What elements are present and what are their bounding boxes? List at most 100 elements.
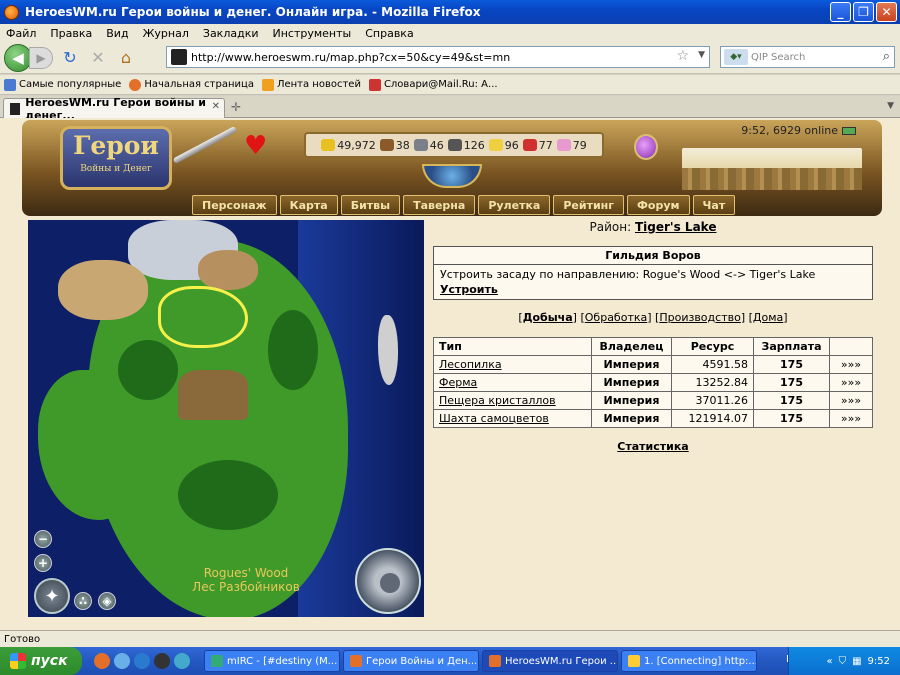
task-heroeswm[interactable]: HeroesWM.ru Герои ... xyxy=(482,650,618,672)
menu-tools[interactable]: Инструменты xyxy=(273,27,352,40)
facility-link[interactable]: Лесопилка xyxy=(439,358,502,371)
menu-history[interactable]: Журнал xyxy=(143,27,189,40)
mana-potion-icon[interactable] xyxy=(634,134,658,160)
url-dropdown-icon[interactable]: ▼ xyxy=(698,50,705,60)
menu-bookmarks[interactable]: Закладки xyxy=(203,27,259,40)
search-engine-icon[interactable]: ◆▾ xyxy=(724,49,748,65)
nav-rating[interactable]: Рейтинг xyxy=(553,195,625,215)
resource-gems: 79 xyxy=(556,139,587,152)
col-type: Тип xyxy=(433,337,592,356)
menu-edit[interactable]: Правка xyxy=(50,27,92,40)
map-layers-button[interactable]: ◈ xyxy=(98,592,116,610)
rss-icon xyxy=(261,78,274,91)
firefox-quicklaunch-icon[interactable] xyxy=(94,653,110,669)
close-button[interactable]: ✕ xyxy=(876,2,897,22)
tray-arrow-icon[interactable]: « xyxy=(826,656,832,667)
menu-help[interactable]: Справка xyxy=(365,27,413,40)
search-placeholder: QIP Search xyxy=(751,51,806,63)
url-bar[interactable]: http://www.heroeswm.ru/map.php?cx=50&cy=… xyxy=(166,46,710,68)
resource-sulfur: 96 xyxy=(488,139,519,152)
minimize-button[interactable]: _ xyxy=(830,2,851,22)
district-link[interactable]: Tiger's Lake xyxy=(635,220,716,234)
tab-bar: HeroesWM.ru Герои войны и денег... ✕ ✛ ▼ xyxy=(0,96,900,122)
firefox-icon xyxy=(489,655,501,667)
tab-production[interactable]: Производство xyxy=(659,311,740,324)
tab-list-icon[interactable]: ▼ xyxy=(887,101,894,111)
game-logo[interactable]: Герои Войны и Денег xyxy=(60,126,172,190)
site-favicon-icon xyxy=(171,49,187,65)
firefox-icon xyxy=(4,4,19,20)
app-quicklaunch-icon[interactable] xyxy=(174,653,190,669)
tab-close-icon[interactable]: ✕ xyxy=(212,101,220,112)
tab-mining[interactable]: Добыча xyxy=(523,311,573,324)
go-link[interactable]: »»» xyxy=(829,355,873,374)
zoom-in-button[interactable]: + xyxy=(34,554,52,572)
sulfur-icon xyxy=(488,139,503,151)
start-button[interactable]: пуск xyxy=(0,647,82,675)
bookmark-item[interactable]: Словари@Mail.Ru: А... xyxy=(368,78,498,91)
district-panel: Район: Tiger's Lake Гильдия Воров Устрои… xyxy=(433,220,873,453)
nav-battles[interactable]: Битвы xyxy=(340,195,401,215)
bookmark-icon xyxy=(129,78,142,91)
back-button[interactable]: ◀ xyxy=(4,43,32,72)
facility-link[interactable]: Шахта самоцветов xyxy=(439,412,549,425)
statistics-link[interactable]: Статистика xyxy=(617,440,688,453)
task-mirc[interactable]: mIRC - [#destiny (M... xyxy=(204,650,340,672)
forward-button[interactable]: ▶ xyxy=(29,46,53,69)
bookmark-item[interactable]: Самые популярные xyxy=(4,78,121,91)
go-link[interactable]: »»» xyxy=(829,409,873,428)
tray-shield-icon[interactable]: ⛉ xyxy=(839,656,847,667)
facility-link[interactable]: Ферма xyxy=(439,376,477,389)
phone-quicklaunch-icon[interactable] xyxy=(154,653,170,669)
map-center-button[interactable]: ∴ xyxy=(74,592,92,610)
bookmark-item[interactable]: Лента новостей xyxy=(261,78,361,91)
download-icon xyxy=(628,655,640,667)
home-icon[interactable]: ⌂ xyxy=(115,47,137,69)
firefox-icon xyxy=(350,655,362,667)
zoom-out-button[interactable]: − xyxy=(34,530,52,548)
new-tab-icon[interactable]: ✛ xyxy=(231,100,241,114)
map-direction-pad[interactable] xyxy=(355,548,421,614)
tab-heroeswm[interactable]: HeroesWM.ru Герои войны и денег... ✕ xyxy=(3,96,225,122)
go-link[interactable]: »»» xyxy=(829,391,873,410)
search-icon[interactable]: ⌕ xyxy=(883,49,890,64)
health-heart-icon[interactable]: ♥ xyxy=(244,133,267,159)
tab-houses[interactable]: Дома xyxy=(753,311,783,324)
tray-clock[interactable]: 9:52 xyxy=(868,656,890,667)
ie-quicklaunch-icon[interactable] xyxy=(134,653,150,669)
bookmark-item[interactable]: Начальная страница xyxy=(129,78,254,91)
nav-tavern[interactable]: Таверна xyxy=(403,195,476,215)
bookmark-icon xyxy=(368,78,381,91)
bookmark-star-icon[interactable]: ☆ xyxy=(676,48,689,64)
search-input[interactable]: ◆▾ QIP Search ⌕ xyxy=(720,46,895,68)
facility-link[interactable]: Пещера кристаллов xyxy=(439,394,556,407)
nav-character[interactable]: Персонаж xyxy=(192,195,277,215)
tab-processing[interactable]: Обработка xyxy=(585,311,647,324)
menu-file[interactable]: Файл xyxy=(6,27,36,40)
ambush-link[interactable]: Устроить xyxy=(440,283,498,296)
facilities-table: Тип Владелец Ресурс Зарплата Лесопилка И… xyxy=(433,337,873,428)
menu-bar: Файл Правка Вид Журнал Закладки Инструме… xyxy=(0,24,900,42)
facility-tabs: [Добыча] [Обработка] [Производство] [Дом… xyxy=(518,311,788,324)
header-gem-decoration xyxy=(422,164,482,188)
nav-forum[interactable]: Форум xyxy=(627,195,690,215)
resources-bar: 49,972 38 46 126 96 77 79 xyxy=(304,132,604,158)
task-heroes[interactable]: Герои Войны и Ден... xyxy=(343,650,479,672)
go-link[interactable]: »»» xyxy=(829,373,873,392)
compass-icon[interactable]: ✦ xyxy=(34,578,70,614)
col-go xyxy=(829,337,873,356)
maximize-button[interactable]: ❐ xyxy=(853,2,874,22)
task-buttons: mIRC - [#destiny (M... Герои Войны и Ден… xyxy=(204,650,757,672)
task-connecting[interactable]: 1. [Connecting] http:... xyxy=(621,650,757,672)
menu-view[interactable]: Вид xyxy=(106,27,128,40)
nav-roulette[interactable]: Рулетка xyxy=(478,195,551,215)
reload-icon[interactable]: ↻ xyxy=(59,47,81,69)
qip-quicklaunch-icon[interactable] xyxy=(114,653,130,669)
stop-icon[interactable]: ✕ xyxy=(87,47,109,69)
tray-network-icon[interactable]: ▦ xyxy=(852,656,861,667)
world-map[interactable]: Rogues' Wood Лес Разбойников − + ✦ ∴ ◈ xyxy=(28,220,424,617)
quick-launch xyxy=(94,653,190,669)
nav-map[interactable]: Карта xyxy=(279,195,338,215)
nav-chat[interactable]: Чат xyxy=(692,195,736,215)
resource-gold: 49,972 xyxy=(321,139,376,152)
